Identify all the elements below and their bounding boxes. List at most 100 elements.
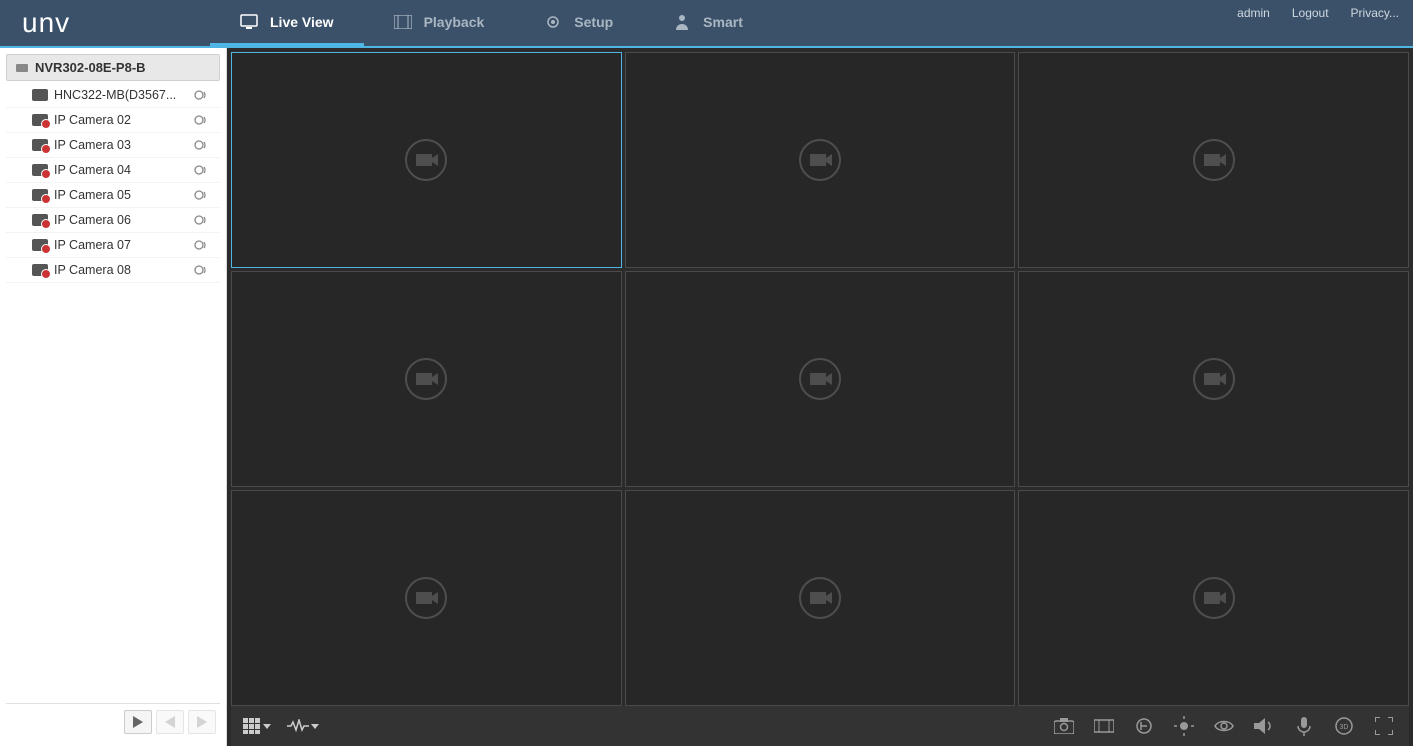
layout-select-button[interactable] [239, 712, 275, 740]
chevron-down-icon [311, 724, 319, 729]
camera-placeholder-icon [404, 138, 448, 182]
chevron-down-icon [263, 724, 271, 729]
toolbar-left [239, 712, 323, 740]
play-all-button[interactable] [124, 710, 152, 734]
device-root-node[interactable]: NVR302-08E-P8-B [6, 54, 220, 81]
device-name: NVR302-08E-P8-B [35, 60, 146, 75]
camera-label: IP Camera 04 [54, 163, 188, 177]
video-cell[interactable] [625, 490, 1016, 706]
nav-label: Setup [574, 14, 613, 30]
next-page-button[interactable] [188, 710, 216, 734]
nav-playback[interactable]: Playback [364, 0, 515, 46]
nav-label: Playback [424, 14, 485, 30]
volume-icon[interactable] [1253, 715, 1275, 737]
nav-label: Smart [703, 14, 743, 30]
camera-placeholder-icon [798, 576, 842, 620]
camera-label: IP Camera 03 [54, 138, 188, 152]
camera-label: IP Camera 05 [54, 188, 188, 202]
nav-smart[interactable]: Smart [643, 0, 773, 46]
stream-toggle-icon[interactable] [194, 163, 212, 177]
stream-toggle-icon[interactable] [194, 188, 212, 202]
gear-icon [544, 13, 562, 31]
camera-placeholder-icon [798, 357, 842, 401]
stream-toggle-icon[interactable] [194, 113, 212, 127]
nav-setup[interactable]: Setup [514, 0, 643, 46]
fullscreen-icon[interactable] [1373, 715, 1395, 737]
camera-placeholder-icon [404, 576, 448, 620]
video-cell[interactable] [625, 271, 1016, 487]
camera-icon [32, 164, 48, 176]
film-icon [394, 13, 412, 31]
person-icon [673, 13, 691, 31]
camera-item[interactable]: IP Camera 04 [6, 158, 220, 183]
prev-page-button[interactable] [156, 710, 184, 734]
stream-icon [287, 719, 309, 733]
logout-link[interactable]: Logout [1292, 6, 1329, 20]
camera-icon [32, 264, 48, 276]
viewer-toolbar: 3D [231, 706, 1409, 746]
record-icon[interactable] [1093, 715, 1115, 737]
camera-placeholder-icon [404, 357, 448, 401]
nvr-icon [15, 61, 29, 75]
camera-label: IP Camera 06 [54, 213, 188, 227]
camera-label: IP Camera 02 [54, 113, 188, 127]
stream-toggle-icon[interactable] [194, 138, 212, 152]
brand-text: unv [22, 7, 70, 39]
mic-icon[interactable] [1293, 715, 1315, 737]
camera-placeholder-icon [1192, 138, 1236, 182]
video-cell[interactable] [1018, 490, 1409, 706]
stream-type-button[interactable] [283, 712, 323, 740]
video-cell[interactable] [231, 490, 622, 706]
topbar: unv Live View Playback Setup Smart [0, 0, 1413, 48]
camera-item[interactable]: HNC322-MB(D3567... [6, 83, 220, 108]
camera-label: HNC322-MB(D3567... [54, 88, 188, 102]
camera-placeholder-icon [1192, 576, 1236, 620]
svg-text:3D: 3D [1340, 724, 1349, 731]
camera-label: IP Camera 08 [54, 263, 188, 277]
camera-icon [32, 89, 48, 101]
brightness-icon[interactable] [1173, 715, 1195, 737]
talk-icon[interactable] [1133, 715, 1155, 737]
camera-item[interactable]: IP Camera 03 [6, 133, 220, 158]
main-nav: Live View Playback Setup Smart [210, 0, 773, 46]
camera-icon [32, 239, 48, 251]
camera-icon [32, 214, 48, 226]
grid-icon [243, 718, 261, 734]
stream-toggle-icon[interactable] [194, 213, 212, 227]
stream-toggle-icon[interactable] [194, 238, 212, 252]
video-grid [231, 52, 1409, 706]
toolbar-right: 3D [1053, 715, 1401, 737]
camera-icon [32, 114, 48, 126]
3d-position-icon[interactable]: 3D [1333, 715, 1355, 737]
camera-item[interactable]: IP Camera 05 [6, 183, 220, 208]
main-area: NVR302-08E-P8-B HNC322-MB(D3567... IP Cam… [0, 48, 1413, 746]
video-cell[interactable] [231, 271, 622, 487]
monitor-icon [240, 13, 258, 31]
fisheye-icon[interactable] [1213, 715, 1235, 737]
device-sidebar: NVR302-08E-P8-B HNC322-MB(D3567... IP Cam… [0, 48, 227, 746]
viewer-panel: 3D [227, 48, 1413, 746]
video-cell[interactable] [231, 52, 622, 268]
snapshot-icon[interactable] [1053, 715, 1075, 737]
nav-label: Live View [270, 14, 334, 30]
camera-icon [32, 139, 48, 151]
camera-icon [32, 189, 48, 201]
sidebar-footer [6, 703, 220, 740]
video-cell[interactable] [625, 52, 1016, 268]
current-user[interactable]: admin [1237, 6, 1270, 20]
privacy-link[interactable]: Privacy... [1351, 6, 1399, 20]
camera-label: IP Camera 07 [54, 238, 188, 252]
stream-toggle-icon[interactable] [194, 88, 212, 102]
nav-live-view[interactable]: Live View [210, 0, 364, 46]
camera-placeholder-icon [798, 138, 842, 182]
camera-item[interactable]: IP Camera 06 [6, 208, 220, 233]
video-cell[interactable] [1018, 52, 1409, 268]
video-cell[interactable] [1018, 271, 1409, 487]
camera-placeholder-icon [1192, 357, 1236, 401]
camera-list: HNC322-MB(D3567... IP Camera 02 IP Camera … [6, 83, 220, 703]
brand-logo: unv [0, 0, 110, 46]
camera-item[interactable]: IP Camera 02 [6, 108, 220, 133]
stream-toggle-icon[interactable] [194, 263, 212, 277]
camera-item[interactable]: IP Camera 08 [6, 258, 220, 283]
camera-item[interactable]: IP Camera 07 [6, 233, 220, 258]
